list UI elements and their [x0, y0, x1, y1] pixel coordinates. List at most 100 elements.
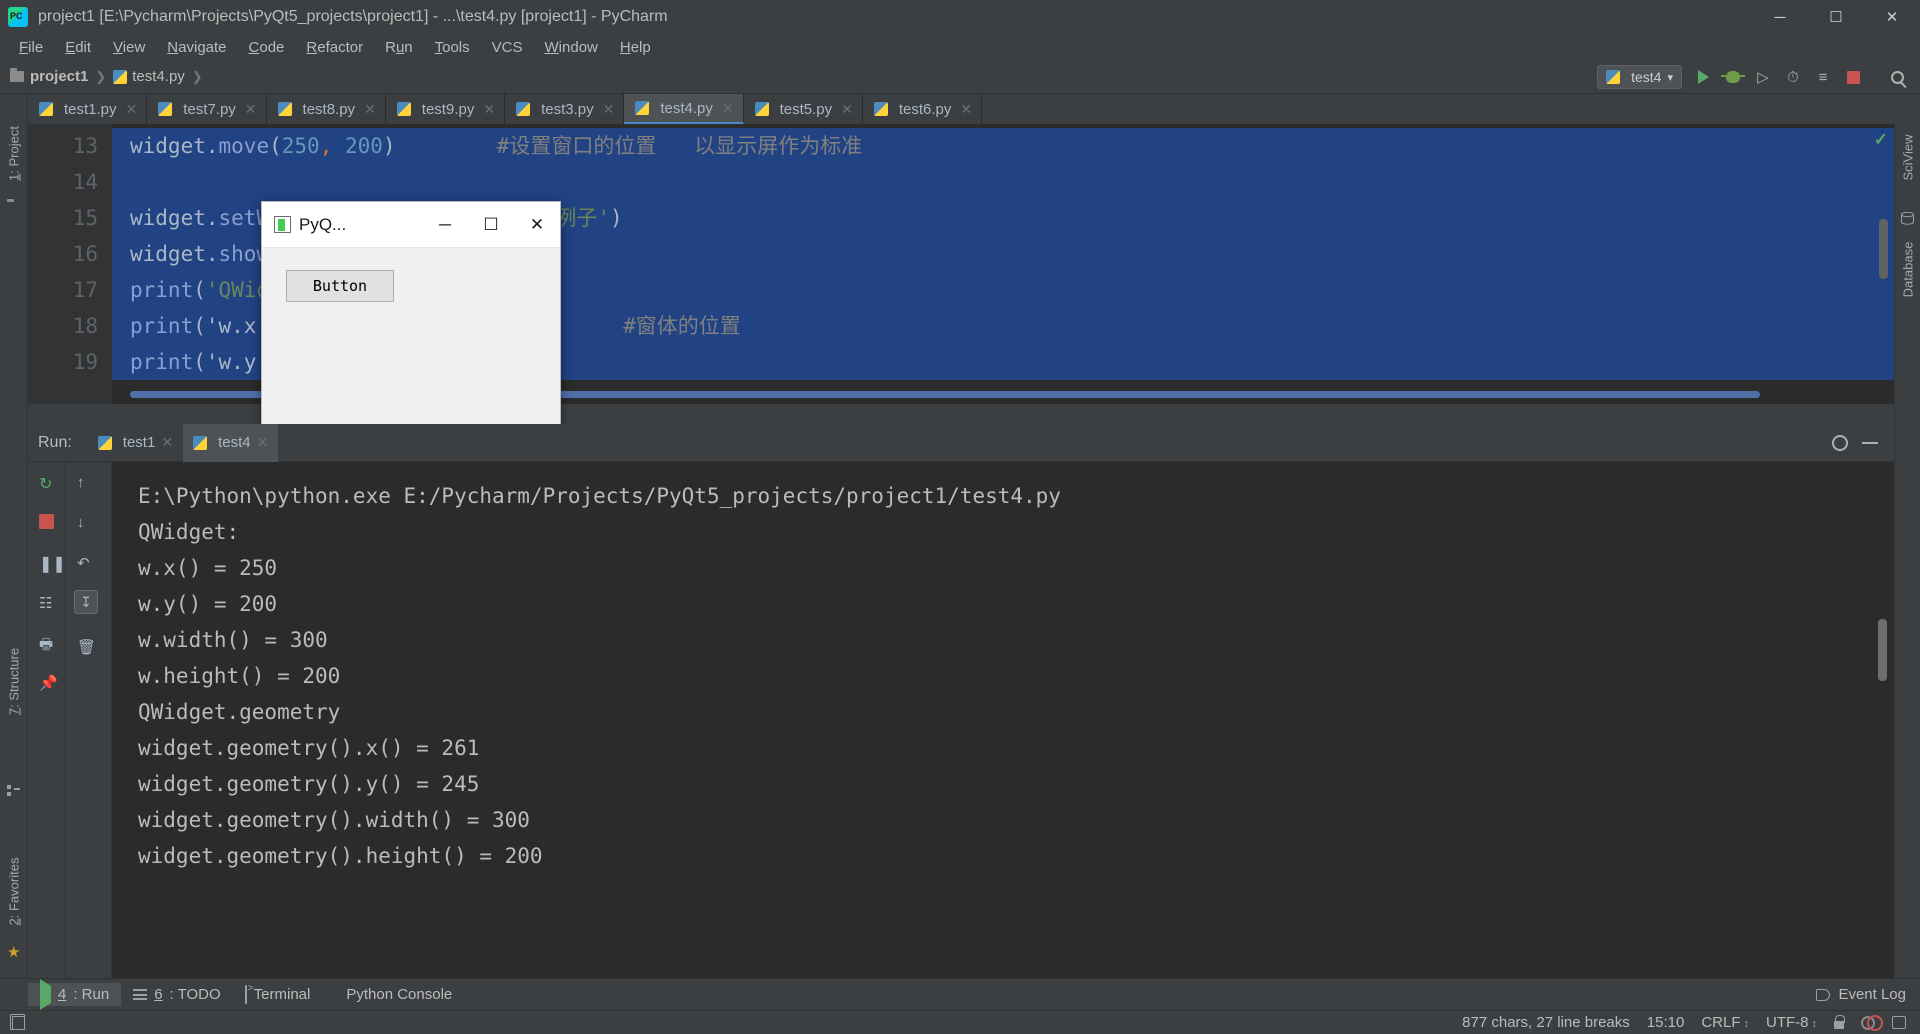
- profile-icon[interactable]: ⏱: [1778, 63, 1808, 91]
- caret-position[interactable]: 15:10: [1647, 1014, 1685, 1031]
- code-line[interactable]: [112, 164, 1894, 200]
- maximize-button[interactable]: ☐: [1808, 0, 1864, 34]
- editor-tab-test9-py[interactable]: test9.py ✕: [385, 94, 506, 124]
- up-arrow-icon[interactable]: ↑: [77, 474, 95, 492]
- bottom-button-pythonconsole[interactable]: Python Console: [322, 983, 464, 1006]
- sidebar-item-sciview[interactable]: SciView: [1901, 116, 1916, 200]
- rerun-icon[interactable]: ↻: [39, 474, 57, 493]
- run-tab-test4[interactable]: test4 ✕: [183, 423, 279, 462]
- close-icon[interactable]: ✕: [161, 434, 173, 451]
- code-line[interactable]: widget.move(250, 200) #设置窗口的位置 以显示屏作为标准: [112, 128, 1894, 164]
- editor-vertical-scrollbar[interactable]: [1879, 219, 1888, 279]
- toggle-toolwindows-icon[interactable]: [10, 1013, 25, 1030]
- run-console-output[interactable]: E:\Python\python.exe E:/Pycharm/Projects…: [112, 462, 1894, 978]
- pyqt-maximize-button[interactable]: ☐: [468, 202, 514, 247]
- console-line: w.width() = 300: [138, 628, 328, 652]
- pyqt-close-button[interactable]: ✕: [514, 202, 560, 247]
- database-strip-icon[interactable]: [1901, 211, 1915, 226]
- close-icon[interactable]: ✕: [483, 101, 495, 118]
- gear-icon[interactable]: [1832, 434, 1848, 451]
- pyqt-app-window[interactable]: PyQ... ─ ☐ ✕ Button: [261, 201, 561, 446]
- inspection-gear-icon[interactable]: [1861, 1014, 1883, 1031]
- breadcrumb-item-file[interactable]: test4.py: [132, 68, 185, 85]
- editor-tab-test7-py[interactable]: test7.py ✕: [147, 94, 267, 124]
- menu-item-vcs[interactable]: VCS: [481, 37, 534, 58]
- bottom-button-todo[interactable]: 6: TODO: [121, 983, 232, 1006]
- print-icon[interactable]: 🖶: [39, 634, 57, 653]
- pyqt-minimize-button[interactable]: ─: [422, 202, 468, 247]
- close-icon[interactable]: ✕: [722, 100, 734, 117]
- close-icon[interactable]: ✕: [126, 101, 138, 118]
- stop-icon[interactable]: [39, 514, 57, 532]
- run-dashboard-icon[interactable]: ≡: [1808, 63, 1838, 91]
- encoding-selector[interactable]: UTF-8 ↕: [1766, 1014, 1817, 1031]
- pyqt-push-button[interactable]: Button: [286, 270, 394, 302]
- scroll-to-end-icon[interactable]: ↧: [74, 590, 98, 614]
- down-arrow-icon[interactable]: ↓: [77, 514, 95, 532]
- line-separator-selector[interactable]: CRLF ↕: [1701, 1014, 1749, 1031]
- wrap-icon[interactable]: ↶: [77, 554, 95, 572]
- menu-item-help[interactable]: Help: [609, 37, 662, 58]
- menu-item-file[interactable]: File: [8, 37, 54, 58]
- editor-tab-test6-py[interactable]: test6.py ✕: [862, 94, 983, 124]
- close-icon[interactable]: ✕: [841, 101, 853, 118]
- close-icon[interactable]: ✕: [603, 101, 615, 118]
- event-log-label[interactable]: Event Log: [1838, 986, 1906, 1003]
- menu-item-refactor[interactable]: Refactor: [295, 37, 374, 58]
- close-icon[interactable]: ✕: [364, 101, 376, 118]
- debug-icon[interactable]: [1718, 63, 1748, 91]
- minimize-button[interactable]: ─: [1752, 0, 1808, 34]
- run-actions-column-2: ↑ ↓ ↶ ↧ 🗑: [66, 462, 112, 978]
- sidebar-item-structure[interactable]: 7: Structure: [7, 640, 22, 724]
- minimize-icon[interactable]: [1862, 441, 1878, 444]
- title-bar: project1 [E:\Pycharm\Projects\PyQt5_proj…: [0, 0, 1920, 34]
- project-folder-icon[interactable]: [7, 202, 21, 216]
- console-vertical-scrollbar[interactable]: [1878, 619, 1887, 681]
- menu-item-window[interactable]: Window: [534, 37, 609, 58]
- run-icon[interactable]: [1688, 63, 1718, 91]
- menu-item-view[interactable]: View: [102, 37, 156, 58]
- star-icon[interactable]: ★: [7, 945, 21, 960]
- sidebar-item-project[interactable]: 1: Project: [7, 112, 22, 196]
- lock-icon[interactable]: [1834, 1014, 1845, 1029]
- menu-item-tools[interactable]: Tools: [424, 37, 481, 58]
- close-button[interactable]: ✕: [1864, 0, 1920, 34]
- inspection-ok-icon[interactable]: ✓: [1874, 130, 1888, 150]
- pause-icon[interactable]: ❚❚: [39, 554, 66, 573]
- run-tab-test1[interactable]: test1 ✕: [88, 424, 183, 462]
- run-configuration-selector[interactable]: test4 ▾: [1597, 65, 1682, 89]
- run-tool-header: Run: test1 ✕ test4 ✕: [28, 423, 1894, 462]
- chevron-down-icon: ▾: [1667, 71, 1673, 84]
- close-icon[interactable]: ✕: [960, 101, 972, 118]
- bottom-button-run[interactable]: 4: Run: [28, 979, 122, 1010]
- code-token: ): [382, 134, 396, 158]
- navbar-toolbar: test4 ▾ ▷ ⏱ ≡: [1597, 60, 1912, 94]
- breadcrumb: project1 ❯ test4.py ❯: [10, 68, 210, 85]
- close-icon[interactable]: ✕: [257, 434, 269, 451]
- menu-item-code[interactable]: Code: [238, 37, 296, 58]
- editor-tab-test5-py[interactable]: test5.py ✕: [743, 94, 863, 124]
- bottom-button-terminal[interactable]: Terminal: [233, 983, 323, 1006]
- editor-tab-test8-py[interactable]: test8.py ✕: [266, 94, 386, 124]
- editor-tab-label: test8.py: [302, 100, 356, 118]
- menu-item-run[interactable]: Run: [374, 37, 424, 58]
- editor-tab-test3-py[interactable]: test3.py ✕: [505, 94, 625, 124]
- run-icon: [40, 979, 51, 1010]
- menu-item-edit[interactable]: Edit: [54, 37, 102, 58]
- editor-tab-test4-py[interactable]: test4.py ✕: [624, 94, 744, 124]
- run-with-coverage-icon[interactable]: ▷: [1748, 63, 1778, 91]
- trash-icon[interactable]: 🗑: [77, 638, 96, 656]
- stop-icon[interactable]: [1838, 63, 1868, 91]
- pin-icon[interactable]: 📌: [39, 674, 58, 692]
- search-everywhere-icon[interactable]: [1882, 63, 1912, 91]
- database-icon[interactable]: [1892, 1016, 1906, 1029]
- sidebar-item-favorites[interactable]: 2: Favorites: [7, 850, 22, 934]
- breadcrumb-item-project[interactable]: project1: [30, 68, 88, 85]
- close-icon[interactable]: ✕: [245, 101, 257, 118]
- encoding-value: UTF-8: [1766, 1014, 1809, 1031]
- sidebar-item-database[interactable]: Database: [1901, 228, 1916, 312]
- dump-threads-icon[interactable]: ☷: [39, 594, 57, 612]
- menu-item-navigate[interactable]: Navigate: [156, 37, 237, 58]
- structure-icon[interactable]: [7, 784, 21, 798]
- editor-tab-test1-py[interactable]: test1.py ✕: [28, 94, 148, 124]
